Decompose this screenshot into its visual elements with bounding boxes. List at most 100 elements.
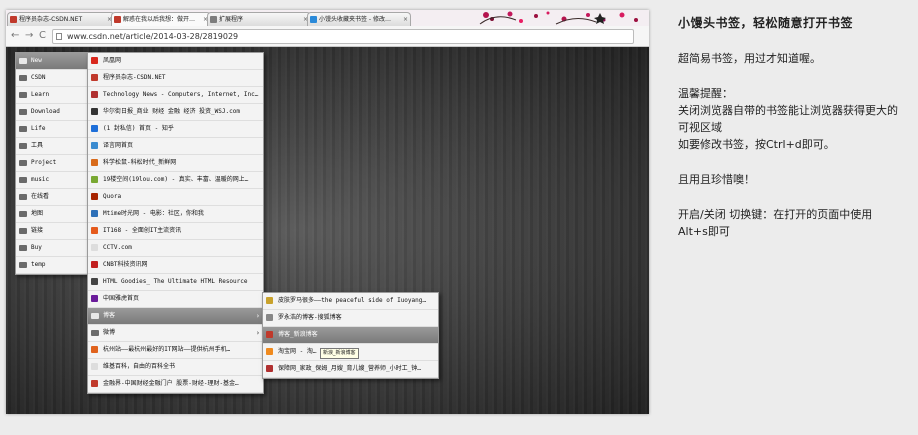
tab-label: 小馒头收藏夹书签 - 修改…	[319, 16, 391, 23]
tip-line: 关闭浏览器自带的书签能让浏览器获得更大的	[678, 104, 898, 117]
hotkey-text: Alt+s即可	[678, 225, 730, 238]
bookmark-item[interactable]: 维基百科，自由的百科全书	[88, 359, 263, 376]
back-button[interactable]: ←	[11, 29, 19, 43]
bookmark-label: Project	[31, 159, 57, 166]
bookmark-folder[interactable]: Project›	[16, 155, 95, 172]
bookmark-item[interactable]: Quora	[88, 189, 263, 206]
bookmark-item[interactable]: CNBT科技资讯网	[88, 257, 263, 274]
close-icon[interactable]: ×	[403, 13, 408, 26]
bookmark-label: 淘宝网 - 淘…	[278, 348, 317, 355]
bookmark-label: Mtime时光网 - 电影：社区，你和我	[103, 210, 204, 217]
bookmark-item[interactable]: 凤凰网	[88, 53, 263, 70]
browser-toolbar: ← → C www.csdn.net/article/2014-03-28/28…	[6, 26, 649, 47]
bookmark-item[interactable]: CCTV.com	[88, 240, 263, 257]
csdn-favicon	[10, 16, 17, 23]
bookmark-item[interactable]: 博客_新浪博客	[263, 327, 438, 344]
cherish-text: 且用且珍惜噢！	[678, 173, 755, 186]
bookmark-label: 微博	[103, 329, 116, 336]
bookmark-label: 博客_新浪博客	[278, 331, 318, 338]
bookmark-folder[interactable]: CSDN›	[16, 70, 95, 87]
bookmark-folder[interactable]: 链接›	[16, 223, 95, 240]
bookmark-item[interactable]: Technology News - Computers, Internet, I…	[88, 87, 263, 104]
bookmark-folder[interactable]: Buy›	[16, 240, 95, 257]
bookmark-folder[interactable]: 博客 ›	[88, 308, 263, 325]
tab-csdn[interactable]: 程序员杂志-CSDN.NET ×	[7, 12, 115, 26]
tooltip: 新浪_新浪博客	[320, 348, 359, 359]
favicon-icon	[91, 142, 98, 149]
favicon-icon	[91, 278, 98, 285]
bookmark-item[interactable]: 杭州站——最杭州最好的IT网站——提供杭州手机…	[88, 342, 263, 359]
favicon-icon	[266, 314, 273, 321]
tab-label: 程序员杂志-CSDN.NET	[19, 16, 83, 23]
bookmark-item[interactable]: 金融界-中国财经金融门户 股票-财经-理财-基金…	[88, 376, 263, 393]
intro-text: 超简易书签，用过才知道喔。	[678, 52, 821, 65]
folder-icon	[91, 330, 99, 336]
folder-icon	[19, 245, 27, 251]
address-bar[interactable]: www.csdn.net/article/2014-03-28/2819029	[52, 29, 634, 44]
bookmark-folder[interactable]: 地图›	[16, 206, 95, 223]
bookmark-label: Download	[31, 108, 60, 115]
favicon-icon	[91, 193, 98, 200]
bookmark-label: (1 封私信) 首页 - 知乎	[103, 125, 174, 132]
address-text[interactable]: www.csdn.net/article/2014-03-28/2819029	[67, 30, 238, 43]
folder-icon	[19, 126, 27, 132]
bookmark-folder[interactable]: temp›	[16, 257, 95, 274]
tab-bookmark-edit[interactable]: 小馒头收藏夹书签 - 修改… ×	[307, 12, 411, 26]
folder-icon	[19, 143, 27, 149]
bookmark-folder[interactable]: music›	[16, 172, 95, 189]
bookmark-item[interactable]: HTML Goodies_ The Ultimate HTML Resource	[88, 274, 263, 291]
bookmark-folder[interactable]: New›	[16, 53, 95, 70]
bookmark-label: temp	[31, 261, 46, 268]
bookmark-item[interactable]: 皮肤罗马很多——the peaceful side of Iuoyang…	[263, 293, 438, 310]
bookmark-item[interactable]: 华尔街日报_商业 财经 金融 经济 投资_WSJ.com	[88, 104, 263, 121]
forward-button[interactable]: →	[25, 29, 33, 43]
folder-icon	[19, 262, 27, 268]
bookmark-label: Technology News - Computers, Internet, I…	[103, 91, 259, 98]
reload-button[interactable]: C	[39, 29, 46, 43]
bookmark-label: 链接	[31, 227, 44, 234]
bookmark-folder[interactable]: 微博 ›	[88, 325, 263, 342]
bookmark-item[interactable]: 19楼空间(19lou.com) - 真实、丰富、温暖的网上…	[88, 172, 263, 189]
bookmark-folder[interactable]: Life›	[16, 121, 95, 138]
bookmark-item[interactable]: 译言网首页	[88, 138, 263, 155]
tab-extensions[interactable]: 扩展程序 ×	[207, 12, 311, 26]
description-panel: 小馒头书签，轻松随意打开书签 超简易书签，用过才知道喔。 温馨提醒： 关闭浏览器…	[678, 14, 918, 240]
bookmark-folder[interactable]: Learn›	[16, 87, 95, 104]
favicon-icon	[266, 365, 273, 372]
folder-icon	[19, 75, 27, 81]
bookmark-item[interactable]: 保障网_家政_保姆_月嫂_育儿嫂_营养师_小时工_钟…	[263, 361, 438, 378]
folder-icon	[19, 228, 27, 234]
bookmark-label: Quora	[103, 193, 122, 200]
folder-icon	[19, 58, 27, 64]
bookmark-menu-root: New›CSDN›Learn›Download›Life›工具›Project›…	[15, 52, 96, 275]
bookmark-item[interactable]: Mtime时光网 - 电影：社区，你和我	[88, 206, 263, 223]
bookmark-menu-new: 凤凰网 程序员杂志-CSDN.NET Technology News - Compu…	[87, 52, 264, 394]
bookmark-folder[interactable]: Download›	[16, 104, 95, 121]
bookmark-label: 在线看	[31, 193, 50, 200]
bookmark-item[interactable]: IT168 - 全面创IT主流资讯	[88, 223, 263, 240]
bookmark-label: IT168 - 全面创IT主流资讯	[103, 227, 182, 234]
csdn-favicon	[114, 16, 121, 23]
bookmark-item[interactable]: 科学松鼠-科松时代_新鲜网	[88, 155, 263, 172]
favicon-icon	[91, 91, 98, 98]
screenshot-frame: 程序员杂志-CSDN.NET × 解惑在我以后我想：做开… × 扩展程序 × 小…	[6, 10, 649, 414]
favicon-icon	[91, 159, 98, 166]
bookmark-item[interactable]: 程序员杂志-CSDN.NET	[88, 70, 263, 87]
favicon-icon	[91, 346, 98, 353]
bookmark-folder[interactable]: 工具›	[16, 138, 95, 155]
folder-icon	[19, 211, 27, 217]
bookmark-label: 罗永浩的博客-搜狐博客	[278, 314, 342, 321]
bookmark-folder[interactable]: 在线看›	[16, 189, 95, 206]
bookmark-item[interactable]: 中国雅虎首页	[88, 291, 263, 308]
bookmark-item[interactable]: 罗永浩的博客-搜狐博客	[263, 310, 438, 327]
bookmark-label: CCTV.com	[103, 244, 132, 251]
bookmark-menu-blog: 皮肤罗马很多——the peaceful side of Iuoyang… 罗永浩…	[262, 292, 439, 379]
tip-line: 如要修改书签，按Ctrl+d即可。	[678, 138, 835, 151]
extension-favicon	[310, 16, 317, 23]
favicon-icon	[91, 363, 98, 370]
favicon-icon	[91, 176, 98, 183]
folder-icon	[19, 177, 27, 183]
bookmark-item[interactable]: (1 封私信) 首页 - 知乎	[88, 121, 263, 138]
tab-article[interactable]: 解惑在我以后我想：做开… ×	[111, 12, 211, 26]
tab-label: 扩展程序	[219, 16, 244, 23]
